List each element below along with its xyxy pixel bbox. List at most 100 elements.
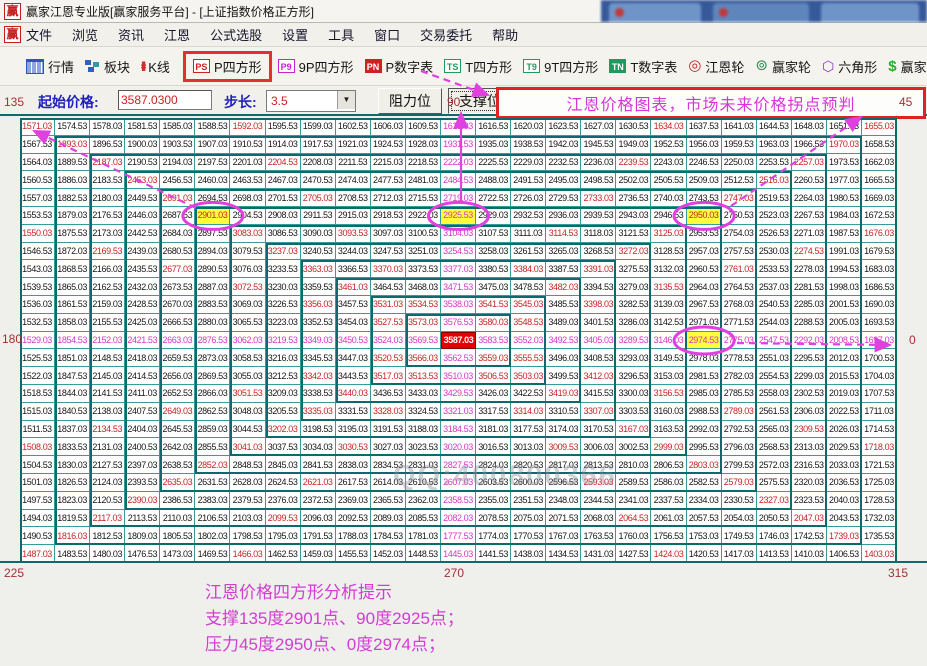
grid-cell: 1574.53 — [55, 118, 90, 136]
grid-cell: 2400.53 — [125, 438, 160, 456]
grid-cell: 1627.03 — [581, 118, 616, 136]
grid-cell: 2327.03 — [757, 492, 792, 510]
grid-cell: 2232.53 — [546, 154, 581, 172]
grid-cell: 3275.53 — [616, 260, 651, 278]
grid-cell: 2978.03 — [687, 349, 722, 367]
grid-cell: 2505.53 — [651, 171, 686, 189]
step-dropdown[interactable]: 3.5 ▼ — [266, 90, 356, 112]
gann-price-square: 1571.031574.531578.031581.531585.031588.… — [20, 118, 897, 563]
grid-cell: 3111.03 — [511, 225, 546, 243]
grid-cell: 3391.03 — [581, 260, 616, 278]
grid-cell: 3048.03 — [230, 403, 265, 421]
grid-cell: 2064.53 — [616, 510, 651, 528]
toolbar-item-5[interactable]: PNP数字表 — [365, 57, 434, 76]
toolbar-item-2[interactable]: ⱡⱡK线 — [141, 57, 170, 76]
grid-cell: 3401.53 — [581, 314, 616, 332]
grid-cell: 3177.53 — [511, 421, 546, 439]
grid-cell: 2936.03 — [546, 207, 581, 225]
menu-item-8[interactable]: 交易委托 — [420, 25, 472, 44]
menu-item-7[interactable]: 窗口 — [374, 25, 400, 44]
grid-cell: 1578.03 — [90, 118, 125, 136]
grid-cell: 2813.53 — [581, 456, 616, 474]
table-icon — [26, 59, 44, 74]
grid-cell: 2638.53 — [160, 456, 195, 474]
grid-cell: 2306.03 — [792, 403, 827, 421]
grid-cell: 2127.53 — [90, 456, 125, 474]
grid-cell: 2183.53 — [90, 171, 125, 189]
menu-item-4[interactable]: 公式选股 — [210, 25, 262, 44]
grid-cell: 1935.03 — [476, 136, 511, 154]
grid-cell: 3296.53 — [616, 367, 651, 385]
grid-cell: 2134.53 — [90, 421, 125, 439]
menu-item-2[interactable]: 资讯 — [118, 25, 144, 44]
menu-item-0[interactable]: 文件 — [26, 25, 52, 44]
grid-cell: 3181.03 — [476, 421, 511, 439]
grid-cell: 3240.53 — [301, 243, 336, 261]
grid-cell: 2565.03 — [757, 421, 792, 439]
toolbar-item-0[interactable]: 行情 — [26, 57, 74, 76]
toolbar-item-7[interactable]: T99T四方形 — [523, 57, 598, 76]
toolbar-item-6[interactable]: TST四方形 — [444, 57, 512, 76]
grid-cell: 1441.53 — [476, 545, 511, 563]
menu-item-9[interactable]: 帮助 — [492, 25, 518, 44]
hexagon-icon: ⬡ — [822, 59, 834, 73]
grid-cell: 1557.03 — [20, 189, 55, 207]
grid-cell: 1956.03 — [687, 136, 722, 154]
toolbar-item-1[interactable]: 板块 — [85, 57, 130, 76]
grid-cell: 2628.03 — [230, 474, 265, 492]
toolbar-item-4[interactable]: P99P四方形 — [278, 57, 354, 76]
toolbar-item-3[interactable]: PSP四方形 — [183, 51, 272, 82]
menu-item-5[interactable]: 设置 — [282, 25, 308, 44]
grid-cell: 1532.53 — [20, 314, 55, 332]
toolbar-item-11[interactable]: ⬡六角形 — [822, 57, 877, 76]
grid-cell: 1833.53 — [55, 438, 90, 456]
toolbar-item-10[interactable]: ⊚赢家轮 — [755, 57, 811, 76]
grid-cell: 3065.53 — [230, 314, 265, 332]
angle-label-315: 315 — [888, 566, 908, 580]
grid-cell: 2435.53 — [125, 260, 160, 278]
grid-cell: 2502.03 — [616, 171, 651, 189]
menu-item-1[interactable]: 浏览 — [72, 25, 98, 44]
grid-cell: 3482.03 — [546, 278, 581, 296]
resistance-button[interactable]: 阻力位 — [378, 88, 442, 114]
grid-cell: 2617.53 — [336, 474, 371, 492]
grid-cell: 3216.03 — [266, 349, 301, 367]
grid-cell: 2180.03 — [90, 189, 125, 207]
grid-cell: 1928.03 — [406, 136, 441, 154]
grid-cell: 2824.03 — [476, 456, 511, 474]
grid-cell: 2421.53 — [125, 332, 160, 350]
grid-cell: 2561.53 — [757, 403, 792, 421]
grid-cell: 3261.53 — [511, 243, 546, 261]
start-price-input[interactable] — [118, 90, 212, 110]
grid-cell: 2547.53 — [757, 332, 792, 350]
grid-cell: 2715.53 — [406, 189, 441, 207]
grid-cell: 1508.03 — [20, 438, 55, 456]
grid-cell: 2575.53 — [757, 474, 792, 492]
grid-cell: 2852.03 — [195, 456, 230, 474]
toolbar-item-label: 行情 — [48, 57, 74, 76]
grid-cell: 2572.03 — [757, 456, 792, 474]
grid-cell: 1949.03 — [616, 136, 651, 154]
grid-cell: 2271.03 — [792, 225, 827, 243]
grid-cell: 2985.03 — [687, 385, 722, 403]
toolbar-item-12[interactable]: $赢家服务 — [888, 57, 927, 76]
grid-cell: 1487.03 — [20, 545, 55, 563]
grid-cell: 3513.53 — [406, 367, 441, 385]
toolbar-item-8[interactable]: TNT数字表 — [609, 57, 677, 76]
toolbar-item-label: 9P四方形 — [299, 57, 354, 76]
menu-item-6[interactable]: 工具 — [328, 25, 354, 44]
chevron-down-icon[interactable]: ▼ — [337, 91, 355, 109]
grid-cell: 1844.03 — [55, 385, 90, 403]
grid-cell: 2999.03 — [651, 438, 686, 456]
grid-cell: 3345.53 — [301, 349, 336, 367]
menu-item-3[interactable]: 江恩 — [164, 25, 190, 44]
grid-cell: 2946.53 — [651, 207, 686, 225]
grid-cell: 2012.03 — [827, 349, 862, 367]
grid-cell: 2764.53 — [722, 278, 757, 296]
grid-cell: 3002.53 — [616, 438, 651, 456]
toolbar-item-9[interactable]: ◎江恩轮 — [688, 57, 744, 76]
grid-cell: 2201.03 — [230, 154, 265, 172]
grid-cell: 1756.53 — [651, 527, 686, 545]
angle-label-90: 90 — [447, 95, 460, 109]
grid-cell: 2568.53 — [757, 438, 792, 456]
